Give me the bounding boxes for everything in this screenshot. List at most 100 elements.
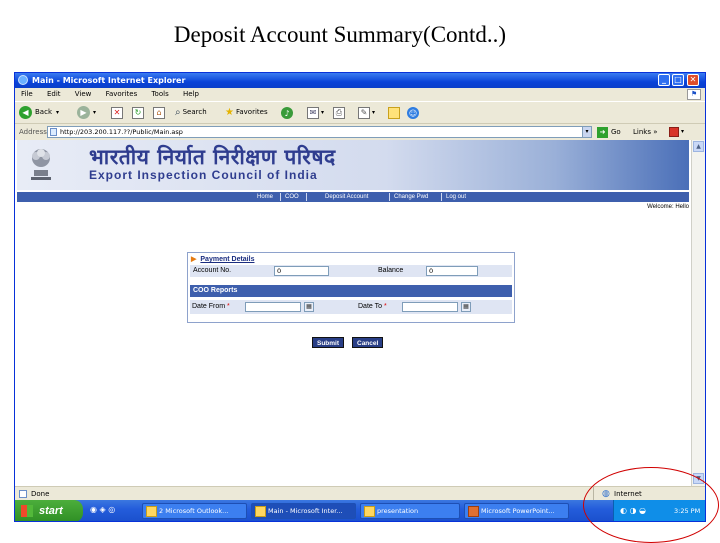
payment-details-heading[interactable]: ▶ Payment Details [191,255,254,263]
scroll-up-icon[interactable]: ▲ [693,141,704,152]
favorites-label: Favorites [235,108,268,116]
page-content: भारतीय निर्यात निरीक्षण परिषद Export Ins… [15,140,691,486]
links-button[interactable]: Links » [633,124,658,140]
mail-button[interactable]: ✉ ▾ [307,104,324,121]
go-button[interactable]: ➜ Go [597,126,621,138]
refresh-icon: ↻ [132,106,144,119]
search-label: Search [182,108,207,116]
mail-icon: ✉ [307,106,319,119]
maximize-button[interactable]: □ [672,74,684,86]
calendar-icon[interactable]: ▦ [461,302,471,312]
discuss-button[interactable] [388,104,400,121]
nav-change-pwd[interactable]: Change Pwd [394,192,428,202]
date-to-text: Date To [358,303,382,310]
ie-task-icon [255,506,266,517]
nav-coo[interactable]: COO [285,192,299,202]
browser-window: Main - Microsoft Internet Explorer _ □ ✕… [14,72,706,522]
menu-view[interactable]: View [75,90,92,98]
quick-launch-icons[interactable]: ◉ ◈ ◎ [90,505,115,514]
menu-tools[interactable]: Tools [151,90,168,98]
emblem-icon [31,149,51,180]
go-label: Go [611,128,621,136]
folder-icon [388,106,400,119]
powerpoint-icon [468,506,479,517]
page-icon [50,128,57,136]
outlook-icon [146,506,157,517]
vertical-scrollbar[interactable]: ▲ ▼ [691,140,705,486]
search-button[interactable]: ⌕ Search [175,104,207,121]
date-row: Date From * ▦ Date To * ▦ [190,300,512,314]
refresh-button[interactable]: ↻ [132,104,144,121]
menu-favorites[interactable]: Favorites [106,90,138,98]
messenger-button[interactable]: ☺ [407,104,419,121]
start-button[interactable]: start [15,500,83,521]
taskbar-item-outlook[interactable]: 2 Microsoft Outlook... [142,503,247,519]
nav-deposit-account[interactable]: Deposit Account [325,192,368,202]
task-label: Microsoft PowerPoint... [481,507,555,515]
edit-icon: ✎ [358,106,370,119]
site-title-english: Export Inspection Council of India [89,168,318,182]
menu-bar: File Edit View Favorites Tools Help ⚑ [15,88,705,101]
annotation-highlight-oval [583,467,719,543]
cancel-button[interactable]: Cancel [352,337,384,348]
account-field[interactable]: 0 [274,266,329,276]
nav-log-out[interactable]: Log out [446,192,466,202]
date-to-label: Date To * [358,303,387,310]
required-marker: * [383,303,387,310]
edit-button[interactable]: ✎ ▾ [358,104,375,121]
back-button[interactable]: ◀ Back ▾ [19,104,59,121]
start-label: start [39,505,63,517]
back-label: Back [35,108,52,116]
submit-button[interactable]: Submit [312,337,345,348]
edit-dropdown-icon[interactable]: ▾ [372,102,375,123]
toolbar-extension-icon[interactable] [669,127,679,137]
taskbar-item-presentation[interactable]: presentation [360,503,460,519]
nav-divider [280,193,281,201]
minimize-button[interactable]: _ [658,74,670,86]
status-text: Done [31,490,50,498]
close-button[interactable]: ✕ [687,74,699,86]
home-button[interactable]: ⌂ [153,104,165,121]
print-button[interactable]: ⎙ [333,104,345,121]
window-title: Main - Microsoft Internet Explorer [32,76,186,85]
stop-icon: ✕ [111,106,123,119]
stop-button[interactable]: ✕ [111,104,123,121]
slide-title: Deposit Account Summary(Contd..) [173,22,507,47]
menu-edit[interactable]: Edit [47,90,61,98]
address-input[interactable]: http://203.200.117.??/Public/Main.asp [47,126,592,138]
balance-field[interactable]: 0 [426,266,478,276]
home-icon: ⌂ [153,106,165,119]
extension-dropdown-icon[interactable]: ▾ [681,124,684,140]
forward-dropdown-icon[interactable]: ▾ [93,102,96,123]
back-dropdown-icon[interactable]: ▾ [56,102,59,123]
payment-details-form: ▶ Payment Details Account No. 0 Balance 0… [187,252,515,323]
calendar-icon[interactable]: ▦ [304,302,314,312]
coo-reports-header: COO Reports [190,285,512,297]
nav-home[interactable]: Home [257,192,273,202]
back-arrow-icon: ◀ [19,106,32,119]
go-arrow-icon: ➜ [597,126,608,138]
task-label: presentation [377,507,419,515]
taskbar-item-powerpoint[interactable]: Microsoft PowerPoint... [464,503,569,519]
taskbar-item-ie[interactable]: Main - Microsoft Inter... [251,503,356,519]
print-icon: ⎙ [333,106,345,119]
account-row: Account No. 0 Balance 0 [190,265,512,277]
links-label: Links [633,128,651,136]
mail-dropdown-icon[interactable]: ▾ [321,102,324,123]
address-dropdown-icon[interactable]: ▾ [582,126,592,138]
date-from-field[interactable] [245,302,301,312]
menu-file[interactable]: File [21,90,33,98]
forward-arrow-icon: ▶ [77,106,90,119]
nav-divider [389,193,390,201]
media-button[interactable]: ♪ [281,104,293,121]
title-bar[interactable]: Main - Microsoft Internet Explorer _ □ ✕ [15,73,705,88]
media-icon: ♪ [281,106,293,119]
menu-help[interactable]: Help [183,90,199,98]
date-to-field[interactable] [402,302,458,312]
favorites-button[interactable]: ★ Favorites [225,104,268,121]
messenger-icon: ☺ [407,106,419,119]
forward-button[interactable]: ▶ ▾ [77,104,96,121]
nav-divider [441,193,442,201]
task-label: Main - Microsoft Inter... [268,507,343,515]
account-label: Account No. [193,267,232,274]
